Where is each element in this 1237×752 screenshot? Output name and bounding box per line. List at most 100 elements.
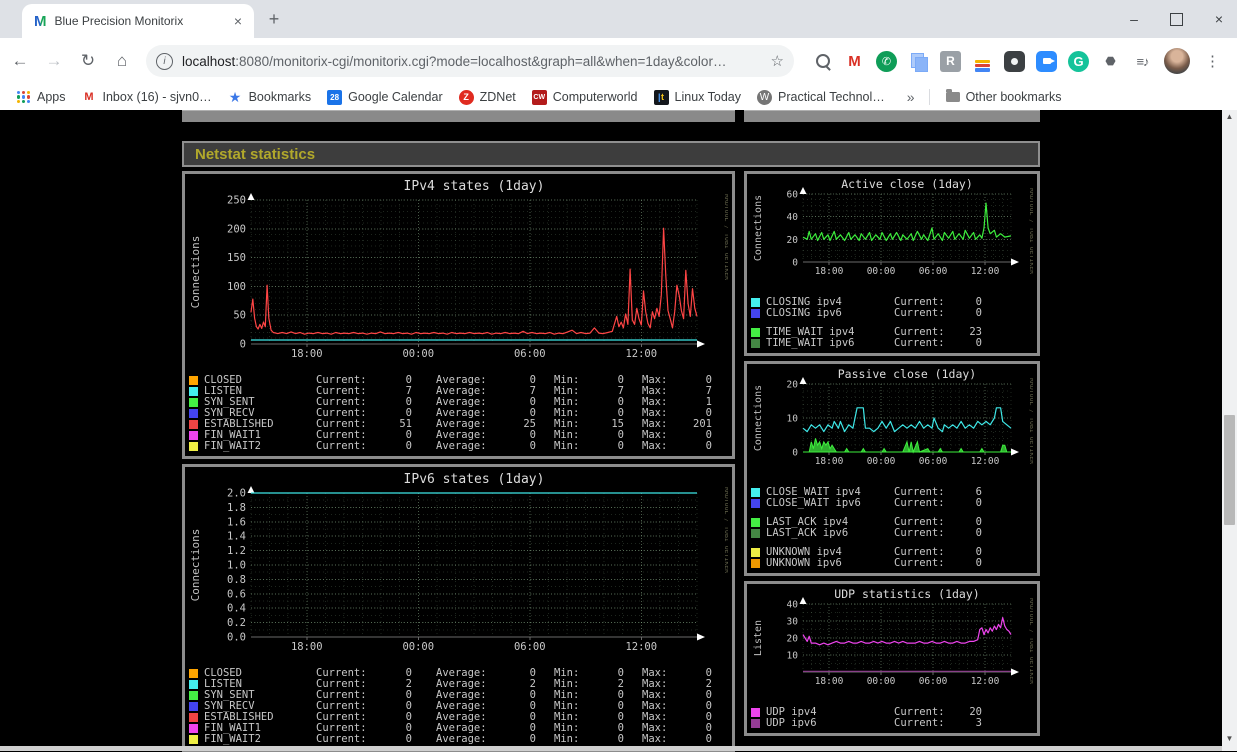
svg-text:0: 0 (792, 448, 798, 459)
svg-text:06:00: 06:00 (919, 456, 948, 467)
profile-avatar[interactable] (1164, 48, 1190, 74)
bookmark-linux-today[interactable]: | t Linux Today (653, 89, 741, 105)
voice-extension-icon[interactable]: ✆ (876, 50, 897, 72)
lamp-extension-icon[interactable] (1004, 50, 1025, 72)
tab-close-icon[interactable]: × (230, 13, 246, 29)
playlist-extension-icon[interactable]: ≡ ♪ (1132, 51, 1153, 72)
legend-value: 0 (529, 440, 536, 452)
bookmark-zdnet[interactable]: Z ZDNet (458, 89, 516, 105)
chart-passive-close[interactable]: 0 10 20 18:00 00:00 06:00 12:00 Passive close (… (744, 361, 1040, 576)
titlebar: M Blue Precision Monitorix × + – × (0, 0, 1237, 38)
svg-text:RRDTOOL / TOBI OETIKER: RRDTOOL / TOBI OETIKER (1028, 188, 1033, 274)
chart-udp-statistics[interactable]: 10 20 30 40 18:00 00:00 06:00 12:00 UDP statisti… (744, 581, 1040, 736)
chart-canvas: 0 10 20 18:00 00:00 06:00 12:00 Passive close (… (753, 367, 1036, 467)
chart-legend: CLOSE_WAIT ipv4 Current: 6 CLOSE_WAIT ipv6 C… (751, 487, 1033, 569)
svg-text:RRDTOOL / TOBI OETIKER: RRDTOOL / TOBI OETIKER (723, 194, 728, 280)
legend-series-name: TIME_WAIT ipv6 (766, 337, 855, 349)
browser-menu-icon[interactable]: ⋮ (1205, 52, 1220, 70)
bookmark-practical-technology[interactable]: W Practical Technol… (757, 89, 885, 105)
browser-tab[interactable]: M Blue Precision Monitorix × (22, 4, 254, 38)
legend-value: 0 (405, 440, 412, 452)
next-section-edge (0, 746, 1222, 751)
reload-button[interactable]: ↻ (74, 47, 102, 75)
legend-row: UDP ipv6 Current: 3 (751, 718, 1033, 729)
maximize-button[interactable] (1170, 12, 1183, 26)
legend-value: 0 (617, 733, 624, 745)
bookmarks-overflow-chevron[interactable]: » (907, 89, 915, 105)
scrollbar-thumb[interactable] (1224, 415, 1235, 525)
svg-text:Connections: Connections (753, 385, 764, 451)
charts-right-column: 0 20 40 60 18:00 00:00 06:00 12:00 Active close … (744, 171, 1040, 736)
minimize-button[interactable]: – (1126, 11, 1142, 27)
zoom-extension-icon[interactable] (1036, 50, 1057, 72)
chart-canvas: 0 20 40 60 18:00 00:00 06:00 12:00 Active close … (753, 177, 1036, 277)
bookmark-google-calendar[interactable]: 28 Google Calendar (327, 89, 443, 105)
gmail-icon[interactable]: M (844, 51, 865, 72)
legend-swatch (189, 669, 198, 678)
bookmark-computerworld[interactable]: CW Computerworld (531, 89, 638, 105)
svg-text:Connections: Connections (753, 195, 764, 261)
search-icon[interactable] (812, 51, 833, 72)
svg-text:RRDTOOL / TOBI OETIKER: RRDTOOL / TOBI OETIKER (1028, 598, 1033, 684)
other-bookmarks[interactable]: Other bookmarks (945, 89, 1061, 104)
scrollbar-up-icon[interactable]: ▲ (1222, 110, 1237, 124)
address-bar[interactable]: i localhost:8080/monitorix-cgi/monitorix… (146, 45, 794, 77)
legend-series-name: CLOSE_WAIT ipv6 (766, 497, 861, 509)
r-extension-icon[interactable]: R (940, 50, 961, 72)
window-controls: – × (1126, 0, 1227, 38)
chart-active-close[interactable]: 0 20 40 60 18:00 00:00 06:00 12:00 Active close … (744, 171, 1040, 356)
svg-text:12:00: 12:00 (971, 266, 1000, 277)
svg-text:100: 100 (227, 281, 246, 293)
close-button[interactable]: × (1211, 11, 1227, 27)
legend-swatch (189, 724, 198, 733)
tab-title: Blue Precision Monitorix (54, 14, 184, 28)
legend-swatch (189, 735, 198, 744)
svg-text:0.0: 0.0 (227, 632, 246, 644)
page-info-icon[interactable]: i (156, 52, 173, 70)
svg-text:1.6: 1.6 (227, 516, 246, 528)
svg-text:40: 40 (787, 212, 799, 223)
linux-today-icon: | t (653, 89, 669, 105)
chart-legend: UDP ipv4 Current: 20 UDP ipv6 Current: 3 (751, 707, 1033, 729)
chart-ipv6-states[interactable]: 0.0 0.2 0.4 0.6 0.8 1.0 1.2 1.4 1.6 1.8 2.0 18:00 00… (182, 464, 735, 752)
bookmark-star-icon[interactable]: ☆ (771, 52, 784, 70)
new-tab-button[interactable]: + (262, 8, 286, 32)
svg-text:00:00: 00:00 (867, 676, 896, 687)
chart-ipv4-states[interactable]: 0 50 100 150 200 250 18:00 00:00 06:00 12:00 IPv4 … (182, 171, 735, 459)
svg-text:IPv4 states (1day): IPv4 states (1day) (404, 179, 545, 194)
grammarly-icon[interactable]: G (1068, 50, 1089, 72)
page-scrollbar[interactable]: ▲ ▼ (1222, 110, 1237, 751)
svg-text:1.4: 1.4 (227, 531, 246, 543)
books-extension-icon[interactable] (972, 51, 993, 72)
svg-text:RRDTOOL / TOBI OETIKER: RRDTOOL / TOBI OETIKER (1028, 378, 1033, 464)
legend-value: 0 (617, 440, 624, 452)
legend-series-name: UDP ipv6 (766, 717, 817, 729)
zdnet-icon: Z (458, 89, 474, 105)
legend-value: 0 (975, 557, 982, 569)
bookmark-inbox[interactable]: M Inbox (16) - sjvn0… (82, 90, 211, 105)
section-title: Netstat statistics (195, 145, 316, 163)
legend-series-name: CLOSING ipv6 (766, 307, 842, 319)
legend-row: TIME_WAIT ipv6 Current: 0 (751, 338, 1033, 349)
legend-value: 0 (405, 733, 412, 745)
svg-text:30: 30 (787, 617, 799, 628)
svg-text:Passive close (1day): Passive close (1day) (838, 368, 976, 381)
previous-section-frame-left (182, 110, 735, 122)
legend-series-name: LAST_ACK ipv6 (766, 527, 849, 539)
copy-extension-icon[interactable] (908, 51, 929, 72)
back-button[interactable]: ← (6, 47, 34, 75)
svg-text:50: 50 (233, 310, 246, 322)
home-button[interactable]: ⌂ (108, 47, 136, 75)
extensions-puzzle-icon[interactable]: ⬣ (1100, 51, 1121, 72)
scrollbar-down-icon[interactable]: ▼ (1222, 732, 1237, 746)
legend-row: UNKNOWN ipv6 Current: 0 (751, 558, 1033, 569)
legend-value: 0 (529, 733, 536, 745)
browser-window: M Blue Precision Monitorix × + – × ← → ↻… (0, 0, 1237, 752)
bookmark-bookmarks[interactable]: ★ Bookmarks (228, 89, 311, 105)
svg-text:0: 0 (240, 339, 246, 351)
legend-value: 3 (975, 717, 982, 729)
svg-text:06:00: 06:00 (919, 266, 948, 277)
apps-shortcut[interactable]: Apps (16, 90, 66, 105)
forward-button[interactable]: → (40, 47, 68, 75)
svg-text:10: 10 (787, 414, 799, 425)
